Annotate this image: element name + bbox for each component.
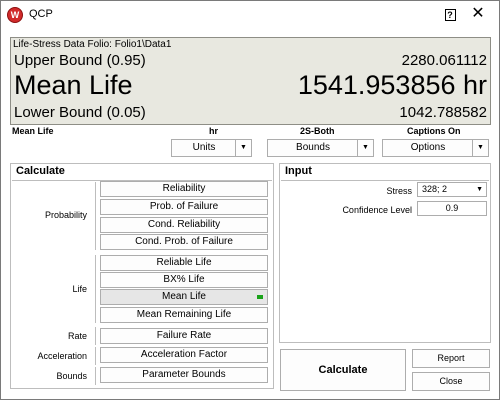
units-dropdown[interactable]: Units ▼ — [171, 139, 252, 157]
bounds-dropdown[interactable]: Bounds ▼ — [267, 139, 374, 157]
life-category-label: Life — [72, 284, 87, 294]
upper-bound-label: Upper Bound (0.95) — [14, 52, 146, 69]
help-button[interactable]: ? — [439, 4, 461, 24]
confidence-level-label: Confidence Level — [342, 205, 412, 215]
acceleration-category-label: Acceleration — [37, 351, 87, 361]
upper-bound-value: 2280.061112 — [401, 52, 487, 69]
options-button[interactable]: Options — [383, 140, 473, 156]
chevron-down-icon[interactable]: ▼ — [235, 140, 251, 156]
stress-select[interactable]: 328; 2 ▼ — [417, 182, 487, 197]
app-logo-icon: W — [7, 7, 23, 23]
failure-rate-button[interactable]: Failure Rate — [100, 328, 268, 344]
input-group-title: Input — [285, 165, 312, 177]
mean-remaining-life-button[interactable]: Mean Remaining Life — [100, 307, 268, 323]
stress-label: Stress — [386, 186, 412, 196]
divider — [95, 327, 96, 345]
calculate-button[interactable]: Calculate — [280, 349, 406, 391]
stress-value: 328; 2 — [422, 184, 448, 194]
captions-row: Mean Life hr 2S-Both Captions On — [12, 126, 492, 138]
units-caption: hr — [209, 126, 218, 136]
mean-life-value: 1541.953856 hr — [297, 70, 487, 100]
bounds-button[interactable]: Bounds — [268, 140, 358, 156]
bounds-category-label: Bounds — [56, 371, 87, 381]
chevron-down-icon[interactable]: ▼ — [472, 140, 488, 156]
chevron-down-icon[interactable]: ▼ — [476, 183, 483, 196]
divider — [95, 347, 96, 365]
options-dropdown[interactable]: Options ▼ — [382, 139, 489, 157]
units-button[interactable]: Units — [172, 140, 236, 156]
help-icon: ? — [444, 8, 456, 21]
acceleration-factor-button[interactable]: Acceleration Factor — [100, 347, 268, 363]
result-type-caption: Mean Life — [12, 126, 54, 136]
folio-path: Life-Stress Data Folio: Folio1\Data1 — [13, 39, 172, 50]
bx-life-button[interactable]: BX% Life — [100, 272, 268, 288]
bounds-caption: 2S-Both — [300, 126, 335, 136]
window-title: QCP — [29, 8, 53, 20]
selected-indicator-icon — [257, 295, 263, 299]
prob-of-failure-button[interactable]: Prob. of Failure — [100, 199, 268, 215]
calculate-group-title: Calculate — [16, 165, 65, 177]
confidence-level-value: 0.9 — [445, 203, 459, 213]
probability-category-label: Probability — [44, 210, 87, 220]
cond-reliability-button[interactable]: Cond. Reliability — [100, 217, 268, 233]
close-button[interactable]: Close — [412, 372, 490, 391]
divider — [281, 180, 489, 181]
cond-prob-of-failure-button[interactable]: Cond. Prob. of Failure — [100, 234, 268, 250]
mean-life-button[interactable]: Mean Life — [100, 289, 268, 305]
close-window-icon[interactable]: ✕ — [467, 4, 489, 24]
rate-category-label: Rate — [67, 331, 87, 341]
captions-state: Captions On — [407, 126, 461, 136]
reliability-button[interactable]: Reliability — [100, 181, 268, 197]
mean-life-button-label: Mean Life — [162, 291, 206, 302]
divider — [95, 367, 96, 385]
reliable-life-button[interactable]: Reliable Life — [100, 255, 268, 271]
lower-bound-value: 1042.788582 — [399, 104, 487, 121]
lower-bound-label: Lower Bound (0.05) — [14, 104, 146, 121]
divider — [95, 255, 96, 323]
confidence-level-input[interactable]: 0.9 — [417, 201, 487, 216]
report-button[interactable]: Report — [412, 349, 490, 368]
qcp-window: W QCP ? ✕ Life-Stress Data Folio: Folio1… — [0, 0, 500, 400]
result-panel: Life-Stress Data Folio: Folio1\Data1 Upp… — [10, 37, 491, 125]
parameter-bounds-button[interactable]: Parameter Bounds — [100, 367, 268, 383]
mean-life-label: Mean Life — [14, 70, 133, 100]
divider — [95, 182, 96, 250]
title-bar: W QCP ? ✕ — [1, 1, 499, 29]
chevron-down-icon[interactable]: ▼ — [357, 140, 373, 156]
